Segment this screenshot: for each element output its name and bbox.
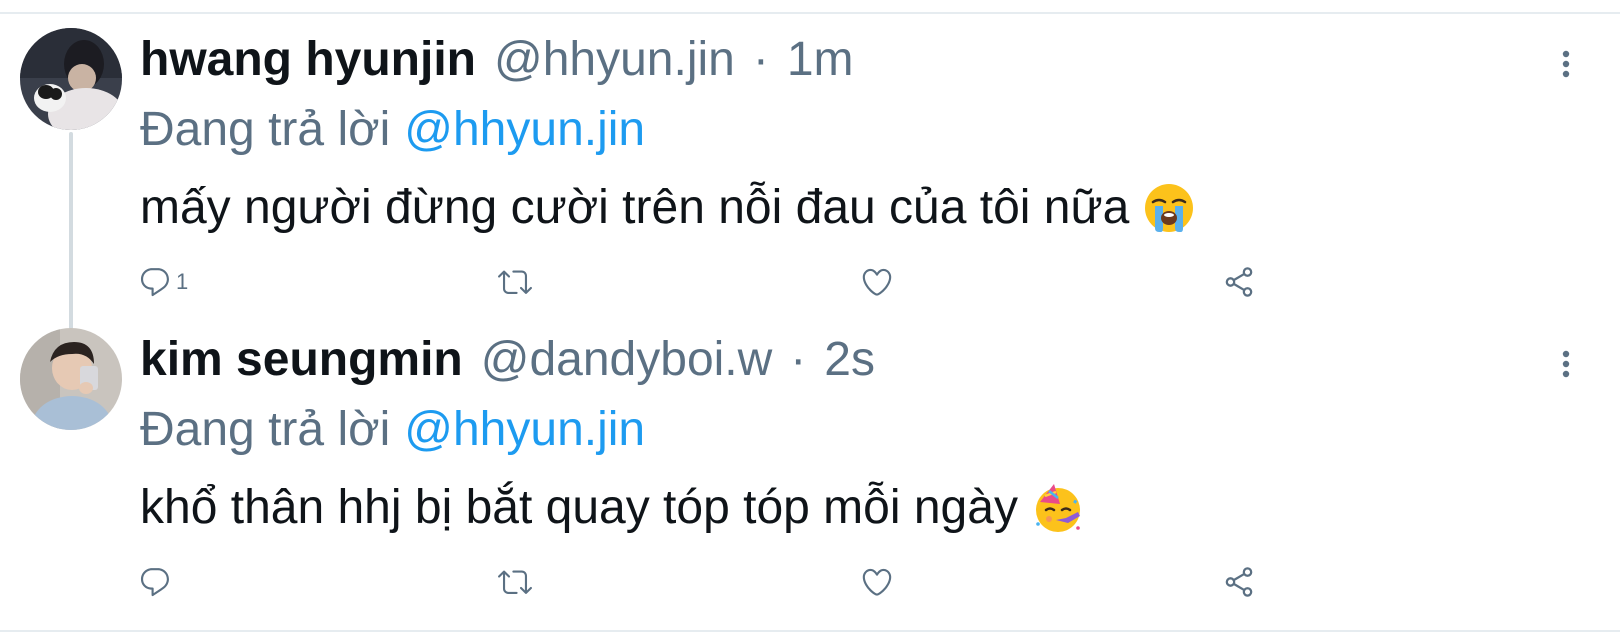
- tweet-text-content: mấy người đừng cười trên nỗi đau của tôi…: [140, 181, 1130, 234]
- share-button[interactable]: [1222, 262, 1256, 302]
- tweet-seungmin[interactable]: kim seungmin @dandyboi.w · 2s Đang trả l…: [0, 328, 1620, 638]
- retweet-button[interactable]: [498, 262, 532, 302]
- heart-icon: [862, 268, 892, 296]
- display-name[interactable]: kim seungmin: [140, 332, 463, 388]
- replying-to-mention[interactable]: @hhyun.jin: [404, 403, 645, 456]
- display-name[interactable]: hwang hyunjin: [140, 32, 476, 88]
- separator-dot: ·: [790, 333, 807, 386]
- replying-to: Đang trả lời @hhyun.jin: [140, 402, 645, 458]
- bottom-divider: [0, 630, 1620, 632]
- partying-face-icon: [1032, 482, 1084, 534]
- reply-count: 1: [176, 269, 189, 294]
- more-options-icon[interactable]: [1556, 348, 1576, 380]
- reply-button[interactable]: 1: [138, 262, 188, 302]
- replying-to-label: Đang trả lời: [140, 403, 391, 456]
- user-handle[interactable]: @dandyboi.w: [481, 332, 773, 388]
- like-button[interactable]: [860, 562, 894, 602]
- reply-icon: [140, 268, 169, 297]
- separator-dot: ·: [752, 33, 769, 86]
- replying-to: Đang trả lời @hhyun.jin: [140, 102, 645, 158]
- tweet-actions: 1: [0, 262, 1620, 302]
- timestamp[interactable]: 1m: [787, 32, 854, 88]
- tweet-text-content: khổ thân hhj bị bắt quay tóp tóp mỗi ngà…: [140, 481, 1018, 534]
- like-button[interactable]: [860, 262, 894, 302]
- avatar[interactable]: [20, 328, 122, 430]
- reply-icon: [140, 568, 169, 597]
- share-button[interactable]: [1222, 562, 1256, 602]
- reply-button[interactable]: [138, 562, 176, 602]
- loudly-crying-face-icon: [1143, 182, 1195, 234]
- replying-to-mention[interactable]: @hhyun.jin: [404, 103, 645, 156]
- timestamp[interactable]: 2s: [824, 332, 875, 388]
- retweet-icon: [498, 570, 532, 594]
- tweet-actions: [0, 562, 1620, 602]
- tweet-header: hwang hyunjin @hhyun.jin · 1m: [140, 32, 854, 88]
- user-handle[interactable]: @hhyun.jin: [494, 32, 735, 88]
- tweet-text: khổ thân hhj bị bắt quay tóp tóp mỗi ngà…: [140, 478, 1084, 538]
- retweet-icon: [498, 270, 532, 294]
- avatar[interactable]: [20, 28, 122, 130]
- top-divider: [0, 12, 1620, 14]
- share-icon: [1225, 267, 1253, 297]
- more-options-icon[interactable]: [1556, 48, 1576, 80]
- share-icon: [1225, 567, 1253, 597]
- tweet-text: mấy người đừng cười trên nỗi đau của tôi…: [140, 178, 1195, 238]
- retweet-button[interactable]: [498, 562, 532, 602]
- heart-icon: [862, 568, 892, 596]
- tweet-hyunjin[interactable]: hwang hyunjin @hhyun.jin · 1m Đang trả l…: [0, 28, 1620, 338]
- replying-to-label: Đang trả lời: [140, 103, 391, 156]
- tweet-header: kim seungmin @dandyboi.w · 2s: [140, 332, 875, 388]
